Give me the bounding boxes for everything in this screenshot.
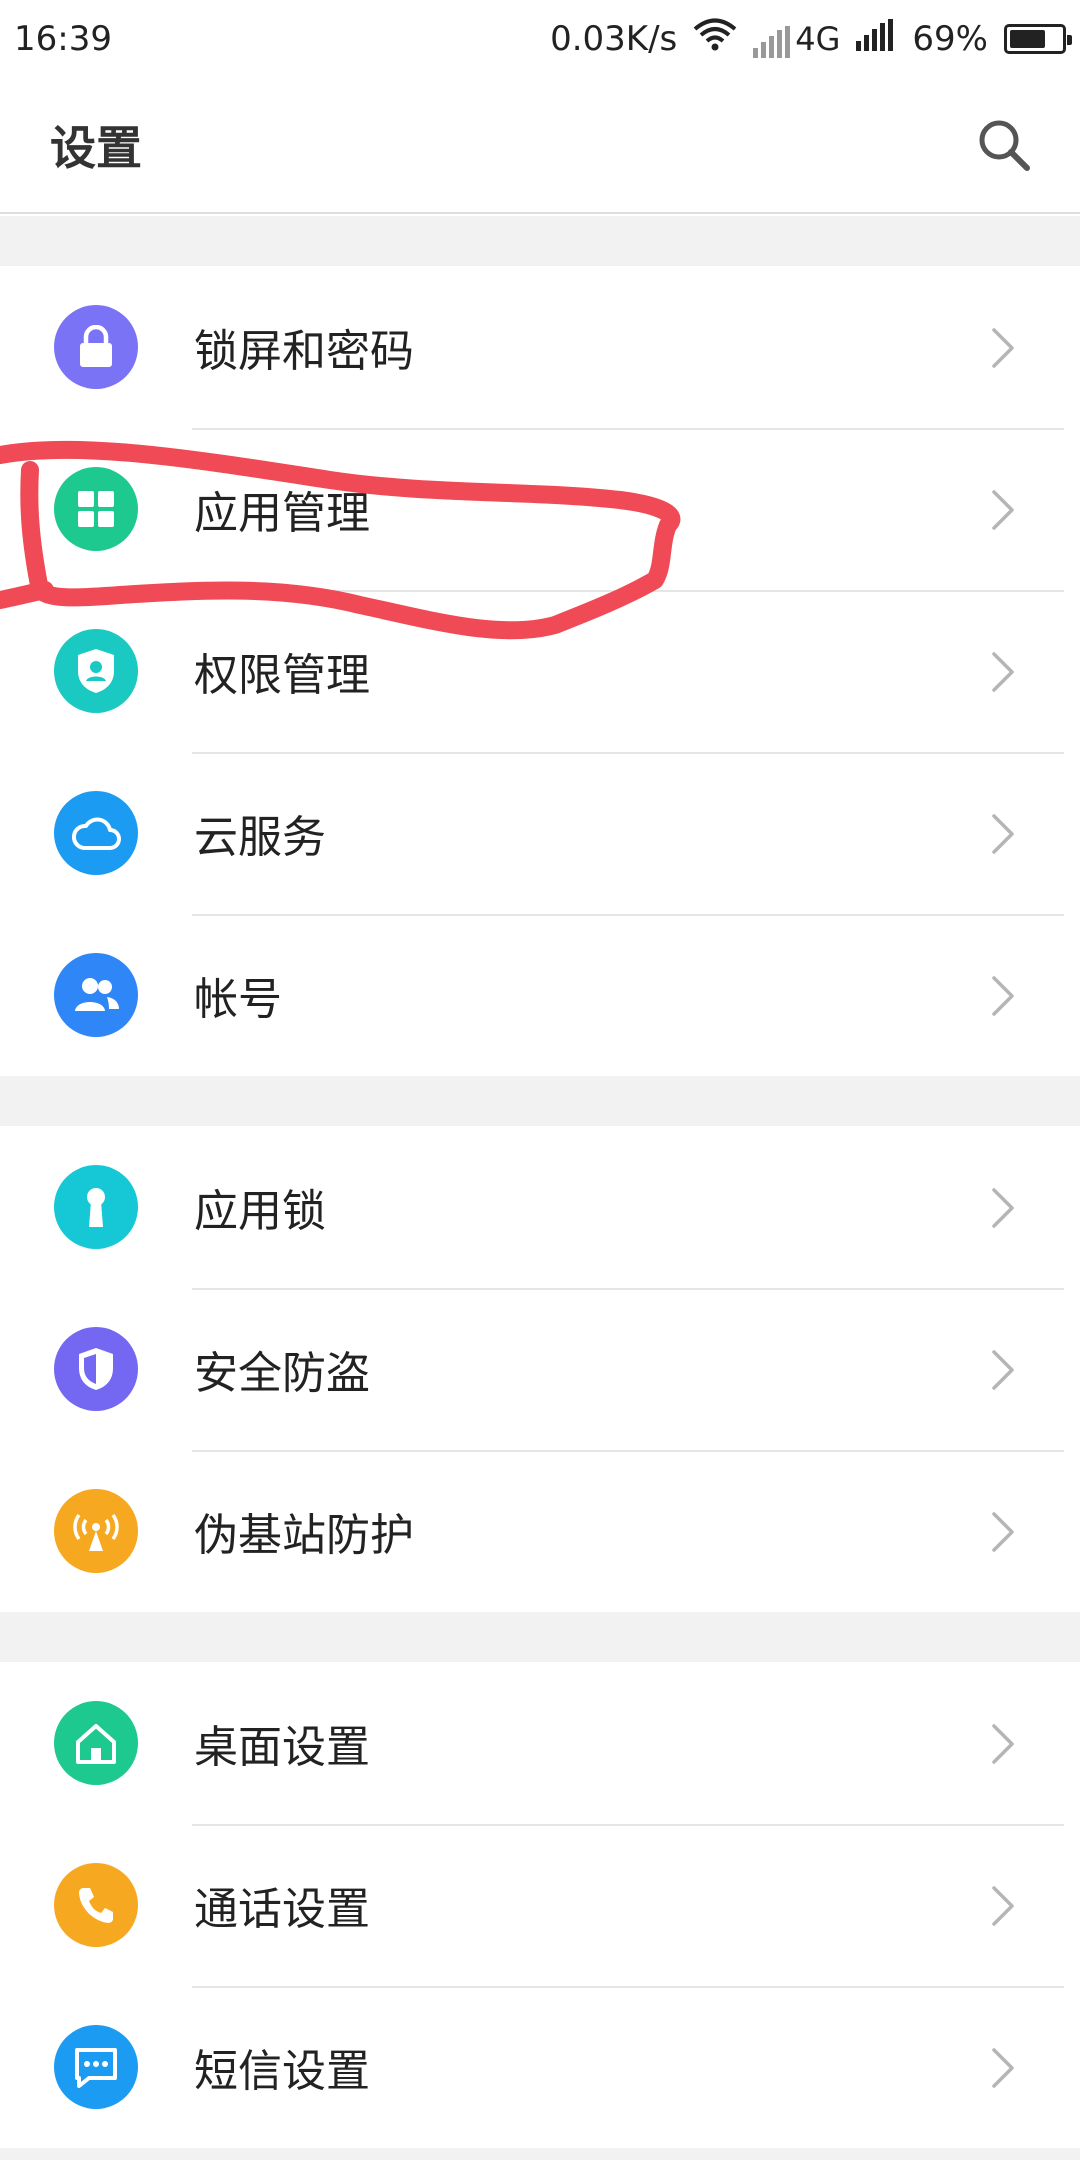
- settings-item[interactable]: 权限管理: [0, 590, 1080, 752]
- settings-item[interactable]: 帐号: [0, 914, 1080, 1076]
- chevron-right-icon: [990, 1186, 1018, 1230]
- settings-item-label: 应用锁: [194, 1186, 326, 1237]
- permission-shield-icon: [54, 629, 138, 713]
- settings-group: 锁屏和密码应用管理权限管理云服务帐号: [0, 266, 1080, 1076]
- account-icon: [54, 953, 138, 1037]
- settings-item[interactable]: 通话设置: [0, 1824, 1080, 1986]
- settings-item[interactable]: 锁屏和密码: [0, 266, 1080, 428]
- chevron-right-icon: [990, 812, 1018, 856]
- settings-list: 锁屏和密码应用管理权限管理云服务帐号应用锁安全防盗伪基站防护桌面设置通话设置短信…: [0, 216, 1080, 2160]
- status-time: 16:39: [14, 19, 112, 59]
- settings-item[interactable]: 应用锁: [0, 1126, 1080, 1288]
- settings-item-label: 伪基站防护: [194, 1510, 414, 1561]
- chevron-right-icon: [990, 974, 1018, 1018]
- apps-grid-icon: [54, 467, 138, 551]
- settings-item[interactable]: 应用管理: [0, 428, 1080, 590]
- network-type: 4G: [795, 20, 841, 58]
- settings-item-label: 锁屏和密码: [194, 326, 414, 377]
- status-bar: 16:39 0.03K/s 4G 69%: [0, 0, 1080, 78]
- shield-icon: [54, 1327, 138, 1411]
- chevron-right-icon: [990, 326, 1018, 370]
- settings-item-label: 应用管理: [194, 488, 370, 539]
- chevron-right-icon: [990, 1722, 1018, 1766]
- chevron-right-icon: [990, 488, 1018, 532]
- settings-item-label: 短信设置: [194, 2046, 370, 2097]
- settings-item-label: 权限管理: [194, 650, 370, 701]
- settings-item[interactable]: 云服务: [0, 752, 1080, 914]
- signal-tower-icon: [54, 1489, 138, 1573]
- chevron-right-icon: [990, 650, 1018, 694]
- chevron-right-icon: [990, 1348, 1018, 1392]
- message-icon: [54, 2025, 138, 2109]
- settings-item[interactable]: 安全防盗: [0, 1288, 1080, 1450]
- page-title: 设置: [50, 121, 142, 175]
- home-icon: [54, 1701, 138, 1785]
- keyhole-icon: [54, 1165, 138, 1249]
- phone-icon: [54, 1863, 138, 1947]
- settings-item-label: 云服务: [194, 812, 326, 863]
- status-indicators: 0.03K/s 4G 69%: [550, 18, 1072, 61]
- chevron-right-icon: [990, 2046, 1018, 2090]
- cloud-icon: [54, 791, 138, 875]
- settings-item[interactable]: 伪基站防护: [0, 1450, 1080, 1612]
- app-bar: 设置: [0, 78, 1080, 214]
- settings-item-label: 桌面设置: [194, 1722, 370, 1773]
- chevron-right-icon: [990, 1884, 1018, 1928]
- battery-icon: [1004, 24, 1072, 54]
- settings-item-label: 安全防盗: [194, 1348, 370, 1399]
- settings-group: 应用锁安全防盗伪基站防护: [0, 1126, 1080, 1612]
- lock-icon: [54, 305, 138, 389]
- settings-item[interactable]: 短信设置: [0, 1986, 1080, 2148]
- network-speed: 0.03K/s: [550, 19, 678, 59]
- search-button[interactable]: [972, 113, 1036, 177]
- search-icon: [979, 120, 1030, 171]
- chevron-right-icon: [990, 1510, 1018, 1554]
- wifi-icon: [693, 18, 737, 61]
- cellular-signal-icon: 4G: [753, 20, 840, 58]
- battery-percent: 69%: [912, 19, 988, 59]
- settings-item[interactable]: 桌面设置: [0, 1662, 1080, 1824]
- settings-item-label: 通话设置: [194, 1884, 370, 1935]
- cellular-signal-2-icon: [856, 18, 896, 60]
- settings-group: 桌面设置通话设置短信设置: [0, 1662, 1080, 2148]
- settings-item-label: 帐号: [194, 974, 282, 1025]
